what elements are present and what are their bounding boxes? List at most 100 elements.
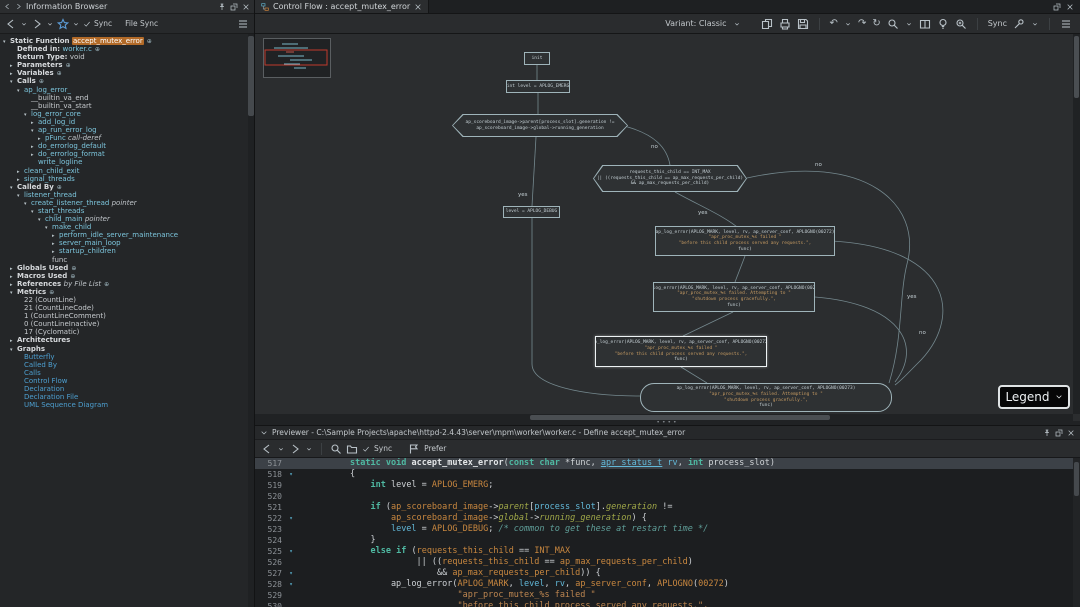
minimap[interactable]: [263, 38, 331, 78]
graph-canvas[interactable]: yesnoyesnoyesnoinitint level = APLOG_EME…: [255, 34, 1073, 414]
tab-close-icon[interactable]: [414, 3, 422, 11]
tree-item[interactable]: ▸perform_idle_server_maintenance: [0, 231, 254, 239]
pin-icon[interactable]: [218, 3, 226, 11]
legend-button[interactable]: Legend: [998, 385, 1070, 409]
tree-item[interactable]: ▸Parameters⊕: [0, 61, 254, 69]
expand-badge[interactable]: ⊕: [147, 38, 152, 45]
undo-caret-icon[interactable]: [844, 20, 852, 28]
code-line[interactable]: 525▾ else if (requests_this_child == INT…: [255, 546, 1080, 557]
tree-item[interactable]: ▸startup_children: [0, 247, 254, 255]
file-sync-label[interactable]: File Sync: [125, 19, 158, 28]
overview-icon[interactable]: [919, 18, 931, 30]
tree-item[interactable]: ▾make_child: [0, 223, 254, 231]
preview-sync-label[interactable]: Sync: [374, 444, 392, 453]
preview-forward-caret-icon[interactable]: [305, 445, 313, 453]
nav-forward-icon[interactable]: [15, 3, 22, 10]
collapse-chevron-icon[interactable]: [260, 429, 268, 437]
tree-item[interactable]: ▸do_errorlog_default: [0, 142, 254, 150]
tree-item[interactable]: ▾ap_run_error_log: [0, 126, 254, 134]
zoom-in-icon[interactable]: [955, 18, 967, 30]
tab-control-flow[interactable]: Control Flow : accept_mutex_error: [255, 0, 429, 13]
tree-item[interactable]: __builtin_va_start: [0, 102, 254, 110]
wrench-caret-icon[interactable]: [1031, 20, 1039, 28]
tree-item[interactable]: ▸pFunc call-deref: [0, 134, 254, 142]
tree-item[interactable]: ▸add_log_id: [0, 118, 254, 126]
search-icon[interactable]: [887, 18, 899, 30]
favorites-caret-icon[interactable]: [72, 20, 80, 28]
graph-sync-label[interactable]: Sync: [988, 19, 1007, 28]
float-icon[interactable]: [1053, 3, 1061, 11]
tree-item[interactable]: ▾Metrics⊕: [0, 288, 254, 296]
tree-item[interactable]: ▸Variables⊕: [0, 69, 254, 77]
expand-badge[interactable]: ⊕: [104, 281, 109, 288]
history-forward-caret-icon[interactable]: [46, 20, 54, 28]
variant-selector[interactable]: Variant: Classic: [665, 19, 726, 28]
prefer-label[interactable]: Prefer: [424, 444, 446, 453]
tree-item[interactable]: ▾log_error_core: [0, 110, 254, 118]
code-line[interactable]: 521 if (ap_scoreboard_image->parent[proc…: [255, 502, 1080, 513]
tree-item[interactable]: 0 (CountLineInactive): [0, 320, 254, 328]
code-line[interactable]: 520: [255, 491, 1080, 502]
code-line[interactable]: 522▾ ap_scoreboard_image->global->runnin…: [255, 513, 1080, 524]
tree-item[interactable]: ▾child_main pointer: [0, 215, 254, 223]
variant-caret-icon[interactable]: [733, 20, 741, 28]
tree-item[interactable]: ▾create_listener_thread pointer: [0, 199, 254, 207]
settings-wrench-icon[interactable]: [1013, 18, 1025, 30]
preview-search-icon[interactable]: [330, 443, 342, 455]
open-folder-icon[interactable]: [346, 443, 358, 455]
hint-bulb-icon[interactable]: [937, 18, 949, 30]
expand-badge[interactable]: ⊕: [57, 70, 62, 77]
refresh-icon[interactable]: ↻: [872, 19, 880, 29]
tree-item[interactable]: ▾Static Function accept_mutex_error⊕: [0, 37, 254, 45]
tree-item[interactable]: Called By: [0, 361, 254, 369]
code-line[interactable]: 529 "apr_proc_mutex_%s failed ": [255, 590, 1080, 601]
tree-item[interactable]: ▸signal_threads: [0, 175, 254, 183]
redo-icon[interactable]: ↷: [858, 19, 866, 29]
tree-item[interactable]: ▾Called By⊕: [0, 183, 254, 191]
code-scrollbar[interactable]: [1073, 458, 1080, 607]
nav-back-icon[interactable]: [4, 3, 11, 10]
panel-menu-icon[interactable]: [237, 18, 249, 30]
tree-item[interactable]: UML Sequence Diagram: [0, 401, 254, 409]
preview-back-caret-icon[interactable]: [277, 445, 285, 453]
history-back-icon[interactable]: [5, 18, 17, 30]
float-icon[interactable]: [230, 3, 238, 11]
tree-item[interactable]: ▾start_threads: [0, 207, 254, 215]
tree-item[interactable]: 22 (CountLine): [0, 296, 254, 304]
tree-item[interactable]: Defined in: worker.c⊕: [0, 45, 254, 53]
sync-label[interactable]: Sync: [94, 19, 112, 28]
tree-scrollbar[interactable]: [248, 34, 254, 607]
tree-item[interactable]: Declaration File: [0, 393, 254, 401]
expand-badge[interactable]: ⊕: [49, 289, 54, 296]
flow-node-log-error-273[interactable]: ap_log_error(APLOG_MARK, level, rv, ap_s…: [653, 282, 815, 312]
tree-item[interactable]: ▸server_main_loop: [0, 239, 254, 247]
sync-check-icon[interactable]: [83, 20, 91, 28]
code-line[interactable]: 526 || ((requests_this_child == ap_max_r…: [255, 557, 1080, 568]
flow-node-level-init[interactable]: int level = APLOG_EMERG: [506, 80, 570, 93]
code-line[interactable]: 519 int level = APLOG_EMERG;: [255, 480, 1080, 491]
pin-icon[interactable]: [1043, 429, 1051, 437]
expand-badge[interactable]: ⊕: [39, 78, 44, 85]
copy-icon[interactable]: [761, 18, 773, 30]
expand-badge[interactable]: ⊕: [66, 62, 71, 69]
history-back-caret-icon[interactable]: [20, 20, 28, 28]
tree-item[interactable]: ▸Architectures: [0, 336, 254, 344]
code-line[interactable]: 517 static void accept_mutex_error(const…: [255, 458, 1080, 469]
history-forward-icon[interactable]: [31, 18, 43, 30]
tree-item[interactable]: Control Flow: [0, 377, 254, 385]
search-caret-icon[interactable]: [905, 20, 913, 28]
favorites-star-icon[interactable]: [57, 18, 69, 30]
close-icon[interactable]: [1066, 3, 1074, 11]
code-line[interactable]: 518▾{: [255, 469, 1080, 480]
undo-icon[interactable]: ↶: [830, 19, 838, 29]
tree-item[interactable]: ▾Calls⊕: [0, 77, 254, 85]
prefer-flag-icon[interactable]: [408, 443, 420, 455]
tree-item[interactable]: ▾listener_thread: [0, 191, 254, 199]
float-icon[interactable]: [1055, 429, 1063, 437]
code-line[interactable]: 523 level = APLOG_DEBUG; /* common to ge…: [255, 524, 1080, 535]
graph-hscrollbar[interactable]: [255, 414, 1073, 421]
tree-item[interactable]: ▾ap_log_error_: [0, 86, 254, 94]
flow-node-elseif-requests[interactable]: requests_this_child == INT_MAX|| ((reque…: [593, 165, 747, 192]
tree-item[interactable]: __builtin_va_end: [0, 94, 254, 102]
tree-item[interactable]: ▸do_errorlog_format: [0, 150, 254, 158]
